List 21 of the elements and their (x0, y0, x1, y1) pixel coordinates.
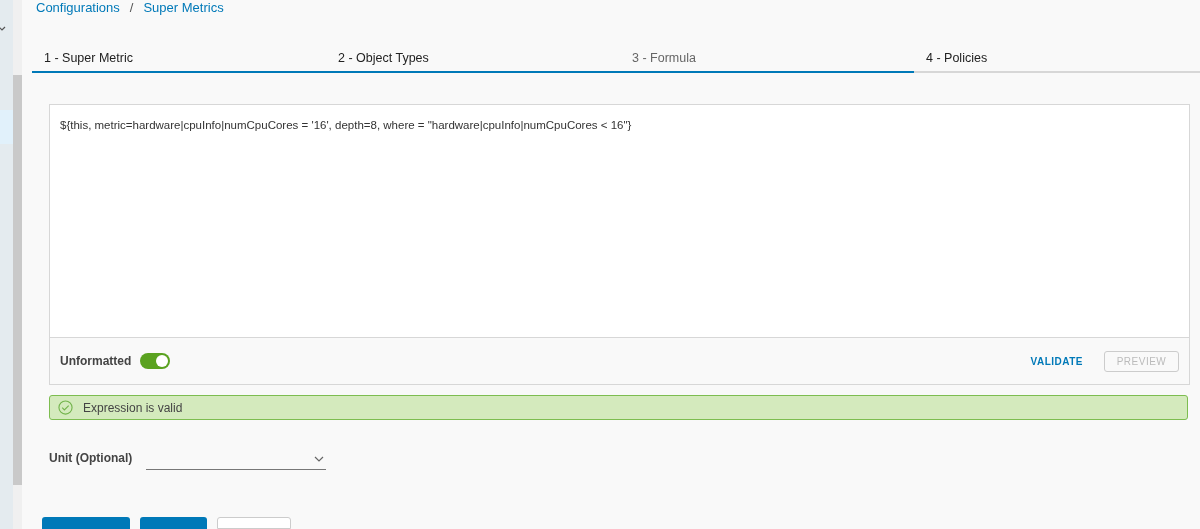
scrollbar-thumb[interactable] (13, 75, 22, 485)
primary-button[interactable] (140, 517, 207, 529)
chevron-down-icon (314, 455, 325, 462)
wizard-tab[interactable]: 3 - Formula (620, 46, 914, 73)
wizard-tab[interactable]: 1 - Super Metric (32, 46, 326, 73)
alert-message: Expression is valid (83, 399, 183, 417)
breadcrumb-link[interactable]: Super Metrics (143, 0, 224, 18)
wizard-tab[interactable]: 4 - Policies (914, 46, 1200, 73)
unit-label: Unit (Optional) (49, 450, 133, 467)
breadcrumb-separator: / (129, 0, 134, 18)
check-circle-icon (58, 400, 73, 415)
toggle-label: Unformatted (60, 353, 132, 370)
breadcrumb-link[interactable]: Configurations (36, 0, 120, 18)
secondary-button[interactable] (217, 517, 291, 529)
wizard-tab[interactable]: 2 - Object Types (326, 46, 620, 73)
formula-field[interactable]: ${this, metric=hardware|cpuInfo|numCpuCores = '16', depth=8, where = "hardware|cpuInfo|numCpuCores < 16"} (50, 105, 1189, 338)
chevron-icon (0, 26, 6, 32)
toggle-switch[interactable] (140, 353, 171, 369)
sidebar-item[interactable] (0, 110, 13, 144)
primary-button[interactable] (42, 517, 130, 529)
validate-button[interactable]: VALIDATE (1030, 353, 1083, 369)
